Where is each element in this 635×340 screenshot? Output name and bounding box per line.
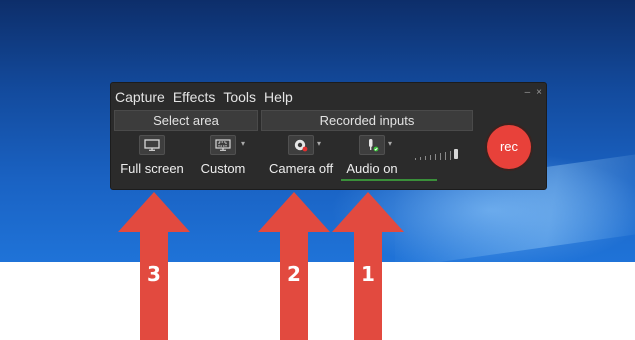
chevron-down-icon[interactable]: ▾: [317, 139, 321, 148]
audio-level-indicator: [341, 179, 437, 181]
chevron-down-icon[interactable]: ▾: [241, 139, 245, 148]
arrow-number-1: 1: [361, 262, 375, 286]
arrow-number-3: 3: [147, 262, 161, 286]
audio-status-label: Audio on: [346, 161, 398, 176]
full-screen-button[interactable]: Full screen: [120, 135, 184, 179]
recorder-toolbar: Capture Effects Tools Help – × Select ar…: [110, 82, 547, 190]
annotation-arrow-2: 2: [258, 192, 330, 340]
custom-label: Custom: [200, 161, 246, 176]
audio-toggle-button[interactable]: ▾ Audio on: [340, 135, 404, 179]
webcam-icon: [288, 135, 314, 155]
full-screen-label: Full screen: [120, 161, 184, 176]
volume-slider-handle[interactable]: [454, 149, 458, 159]
recorded-inputs-header: Recorded inputs: [261, 110, 473, 131]
menu-tools[interactable]: Tools: [219, 86, 260, 108]
volume-slider[interactable]: [413, 146, 461, 160]
microphone-icon: [359, 135, 385, 155]
custom-area-button[interactable]: ▾ Custom: [191, 135, 255, 179]
arrow-number-2: 2: [287, 262, 301, 286]
custom-region-icon: [210, 135, 236, 155]
menu-capture[interactable]: Capture: [111, 86, 169, 108]
menu-effects[interactable]: Effects: [169, 86, 220, 108]
annotation-arrow-3: 3: [118, 192, 190, 340]
minimize-button[interactable]: –: [525, 87, 531, 98]
annotation-arrow-1: 1: [332, 192, 404, 340]
menu-bar: Capture Effects Tools Help: [111, 86, 297, 108]
monitor-icon: [139, 135, 165, 155]
chevron-down-icon[interactable]: ▾: [388, 139, 392, 148]
select-area-header: Select area: [114, 110, 258, 131]
menu-help[interactable]: Help: [260, 86, 297, 108]
window-controls: – ×: [525, 87, 542, 98]
close-button[interactable]: ×: [536, 87, 542, 98]
record-button[interactable]: rec: [487, 125, 531, 169]
camera-toggle-button[interactable]: ▾ Camera off: [269, 135, 333, 179]
camera-status-label: Camera off: [269, 161, 334, 176]
